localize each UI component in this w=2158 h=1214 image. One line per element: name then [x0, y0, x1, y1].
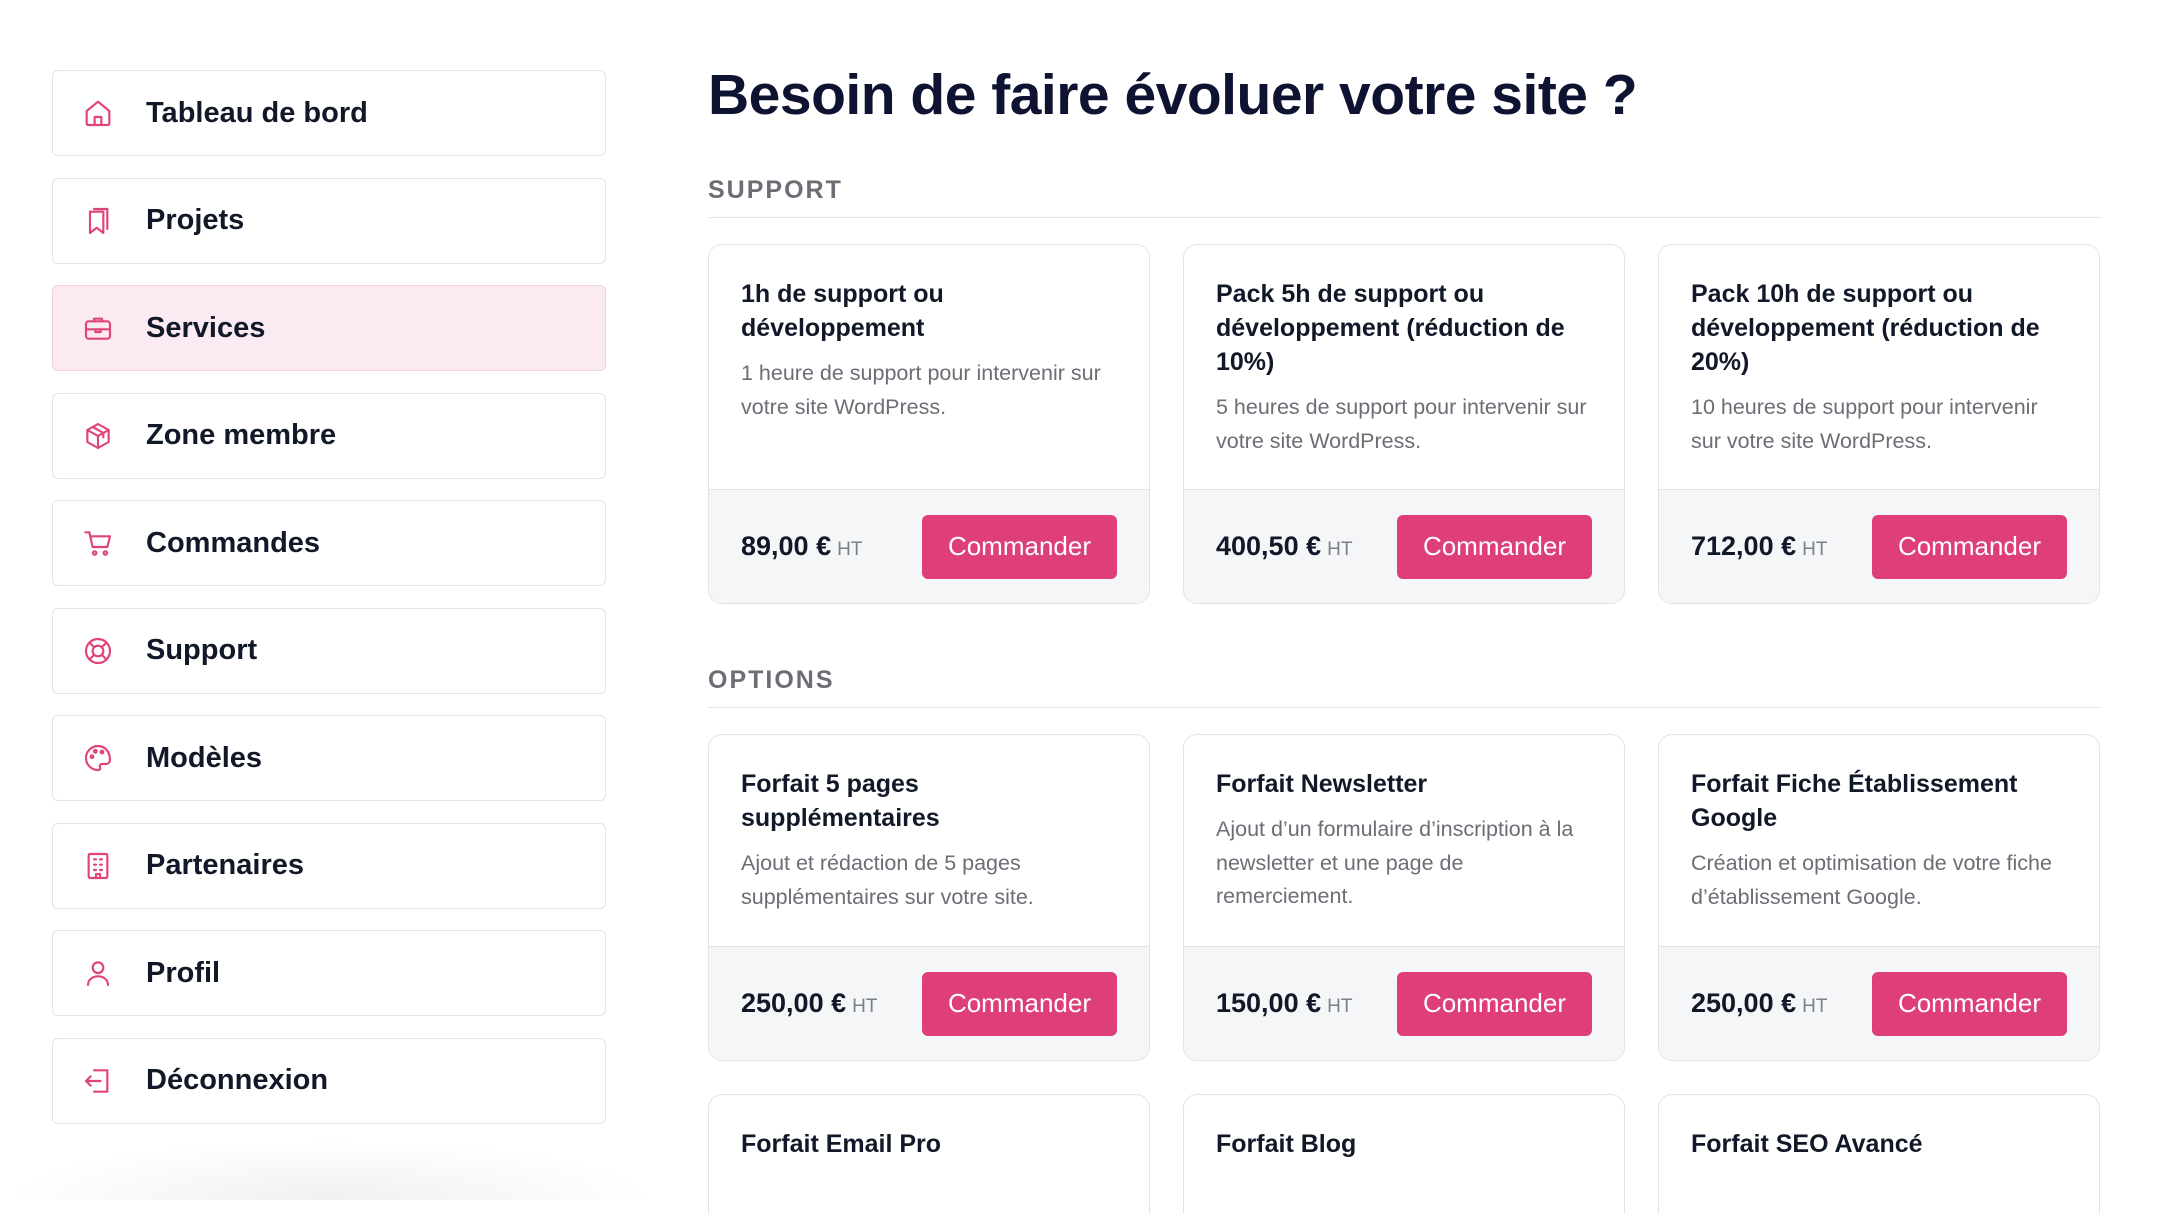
section-title-support: SUPPORT	[708, 176, 2101, 218]
main-content: Besoin de faire évoluer votre site ? SUP…	[708, 58, 2101, 1214]
cube-icon	[81, 419, 115, 453]
card-title: Forfait SEO Avancé	[1691, 1130, 1923, 1158]
card-footer: 400,50 € HT Commander	[1184, 489, 1624, 603]
sidebar-item-modeles[interactable]: Modèles	[52, 715, 606, 801]
sidebar-item-partenaires[interactable]: Partenaires	[52, 822, 606, 909]
sidebar-item-projets[interactable]: Projets	[52, 177, 606, 264]
service-card: Forfait Blog	[1183, 1094, 1625, 1214]
card-footer: 150,00 € HT Commander	[1184, 946, 1624, 1060]
card-footer: 250,00 € HT Commander	[1659, 946, 2099, 1060]
order-button[interactable]: Commander	[1871, 971, 2067, 1036]
sidebar-item-label: Support	[146, 634, 258, 666]
sidebar-item-label: Services	[146, 311, 266, 344]
price-unit: HT	[852, 996, 878, 1017]
sidebar-item-services[interactable]: Services	[52, 285, 606, 371]
sidebar-item-label: Projets	[146, 204, 245, 236]
order-button[interactable]: Commander	[921, 514, 1117, 579]
service-card: Forfait Email Pro	[708, 1094, 1150, 1214]
cart-icon	[81, 526, 115, 560]
card-description: 1 heure de support pour intervenir sur v…	[741, 361, 1101, 419]
card-footer: 89,00 € HT Commander	[709, 489, 1149, 603]
price-unit: HT	[837, 539, 863, 560]
card-title: 1h de support ou développement	[741, 280, 944, 342]
price-amount: 250,00 €	[1691, 988, 1797, 1018]
card-footer: 712,00 € HT Commander	[1659, 489, 2099, 603]
sidebar-item-support[interactable]: Support	[52, 607, 606, 694]
price-amount: 150,00 €	[1216, 988, 1322, 1018]
service-card: Pack 10h de support ou développement (ré…	[1658, 244, 2100, 604]
options-cards: Forfait 5 pages supplémentaires Ajout et…	[708, 734, 2101, 1061]
card-description: 10 heures de support pour intervenir sur…	[1691, 395, 2038, 453]
palette-icon	[81, 741, 115, 775]
sidebar-item-tableau-de-bord[interactable]: Tableau de bord	[52, 70, 606, 156]
card-title: Forfait Newsletter	[1216, 770, 1428, 798]
card-description: Création et optimisation de votre fiche …	[1691, 851, 2052, 909]
sidebar-shadow	[0, 1140, 660, 1200]
sidebar-nav: Tableau de bord Projets Services Zone me…	[52, 70, 606, 1145]
briefcase-icon	[81, 311, 115, 345]
card-description: Ajout d’un formulaire d’inscription à la…	[1216, 817, 1574, 908]
sidebar-item-label: Tableau de bord	[146, 96, 368, 129]
service-card: Forfait SEO Avancé	[1658, 1094, 2100, 1214]
price-amount: 89,00 €	[741, 531, 832, 561]
user-icon	[81, 956, 115, 990]
home-icon	[81, 96, 115, 130]
service-card: Forfait Fiche Établissement Google Créat…	[1658, 734, 2100, 1061]
card-title: Forfait 5 pages supplémentaires	[741, 770, 940, 832]
sidebar-item-zone-membre[interactable]: Zone membre	[52, 392, 606, 479]
price-unit: HT	[1327, 996, 1353, 1017]
sidebar-item-label: Commandes	[146, 526, 321, 559]
support-cards: 1h de support ou développement 1 heure d…	[708, 244, 2101, 604]
price-unit: HT	[1327, 539, 1353, 560]
logout-icon	[81, 1064, 115, 1098]
price: 250,00 € HT	[741, 988, 877, 1019]
options-cards-partial: Forfait Email Pro Forfait Blog Forfait S…	[708, 1094, 2101, 1214]
card-title: Pack 5h de support ou développement (réd…	[1216, 280, 1565, 376]
price-amount: 400,50 €	[1216, 531, 1322, 561]
bookmark-icon	[81, 204, 115, 238]
page-title: Besoin de faire évoluer votre site ?	[708, 63, 1638, 127]
order-button[interactable]: Commander	[1871, 514, 2067, 579]
card-title: Forfait Email Pro	[741, 1130, 942, 1158]
service-card: Forfait Newsletter Ajout d’un formulaire…	[1183, 734, 1625, 1061]
service-card: Pack 5h de support ou développement (réd…	[1183, 244, 1625, 604]
card-title: Forfait Fiche Établissement Google	[1691, 770, 2018, 832]
sidebar-item-label: Déconnexion	[146, 1064, 329, 1096]
price-amount: 712,00 €	[1691, 531, 1797, 561]
card-description: Ajout et rédaction de 5 pages supplément…	[741, 851, 1034, 909]
card-description: 5 heures de support pour intervenir sur …	[1216, 395, 1587, 453]
order-button[interactable]: Commander	[1396, 514, 1592, 579]
price: 712,00 € HT	[1691, 531, 1827, 562]
sidebar-item-commandes[interactable]: Commandes	[52, 500, 606, 586]
sidebar-item-profil[interactable]: Profil	[52, 930, 606, 1016]
service-card: 1h de support ou développement 1 heure d…	[708, 244, 1150, 604]
section-title-options: OPTIONS	[708, 666, 2101, 708]
card-footer: 250,00 € HT Commander	[709, 946, 1149, 1060]
price: 250,00 € HT	[1691, 988, 1827, 1019]
card-title: Forfait Blog	[1216, 1130, 1357, 1158]
service-card: Forfait 5 pages supplémentaires Ajout et…	[708, 734, 1150, 1061]
price: 89,00 € HT	[741, 531, 862, 562]
sidebar-item-label: Profil	[146, 956, 221, 989]
order-button[interactable]: Commander	[1396, 971, 1592, 1036]
price: 400,50 € HT	[1216, 531, 1352, 562]
price: 150,00 € HT	[1216, 988, 1352, 1019]
sidebar-item-label: Partenaires	[146, 849, 304, 881]
order-button[interactable]: Commander	[921, 971, 1117, 1036]
lifebuoy-icon	[81, 634, 115, 668]
sidebar-item-label: Zone membre	[146, 419, 337, 451]
price-unit: HT	[1802, 996, 1828, 1017]
price-amount: 250,00 €	[741, 988, 847, 1018]
building-icon	[81, 849, 115, 883]
sidebar-item-deconnexion[interactable]: Déconnexion	[52, 1037, 606, 1124]
sidebar-item-label: Modèles	[146, 741, 263, 774]
card-title: Pack 10h de support ou développement (ré…	[1691, 280, 2040, 376]
price-unit: HT	[1802, 539, 1828, 560]
